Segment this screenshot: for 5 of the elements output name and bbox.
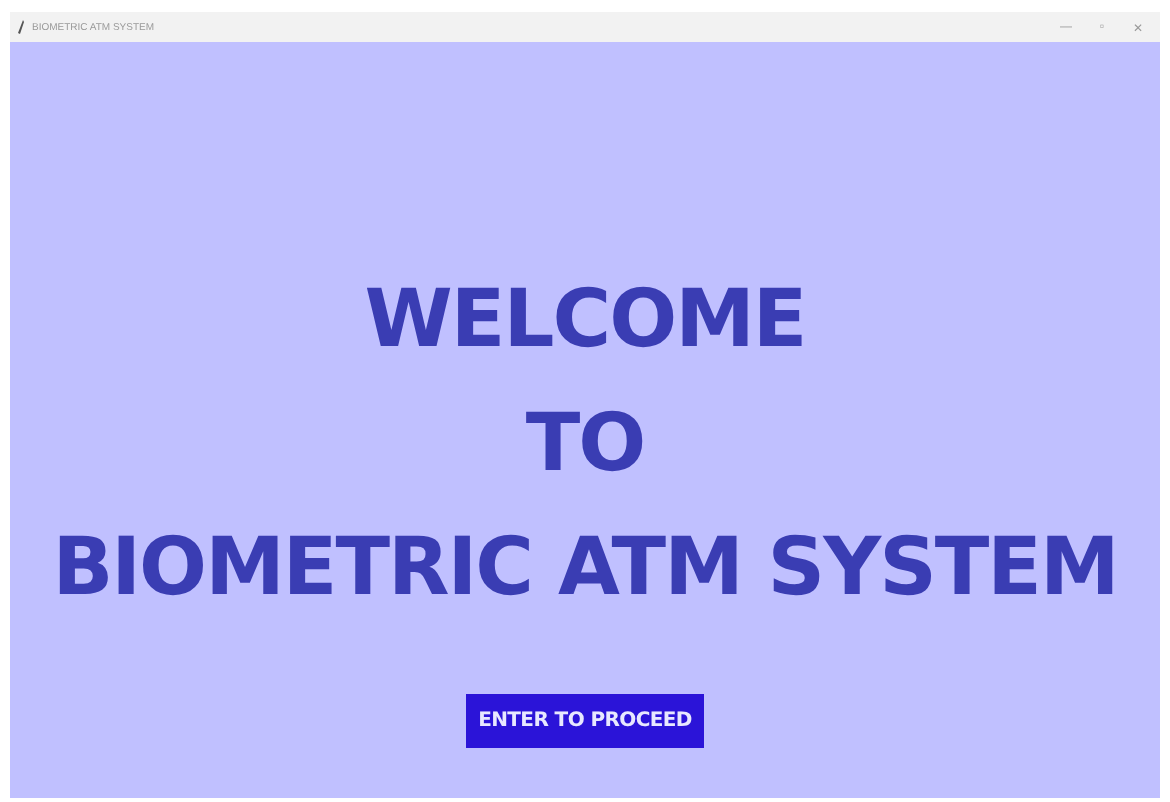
heading-line: WELCOME (364, 272, 806, 370)
proceed-button[interactable]: ENTER TO PROCEED (466, 694, 704, 748)
feather-icon (18, 20, 24, 34)
heading-line: TO (525, 396, 645, 494)
heading-line: BIOMETRIC ATM SYSTEM (52, 520, 1118, 618)
